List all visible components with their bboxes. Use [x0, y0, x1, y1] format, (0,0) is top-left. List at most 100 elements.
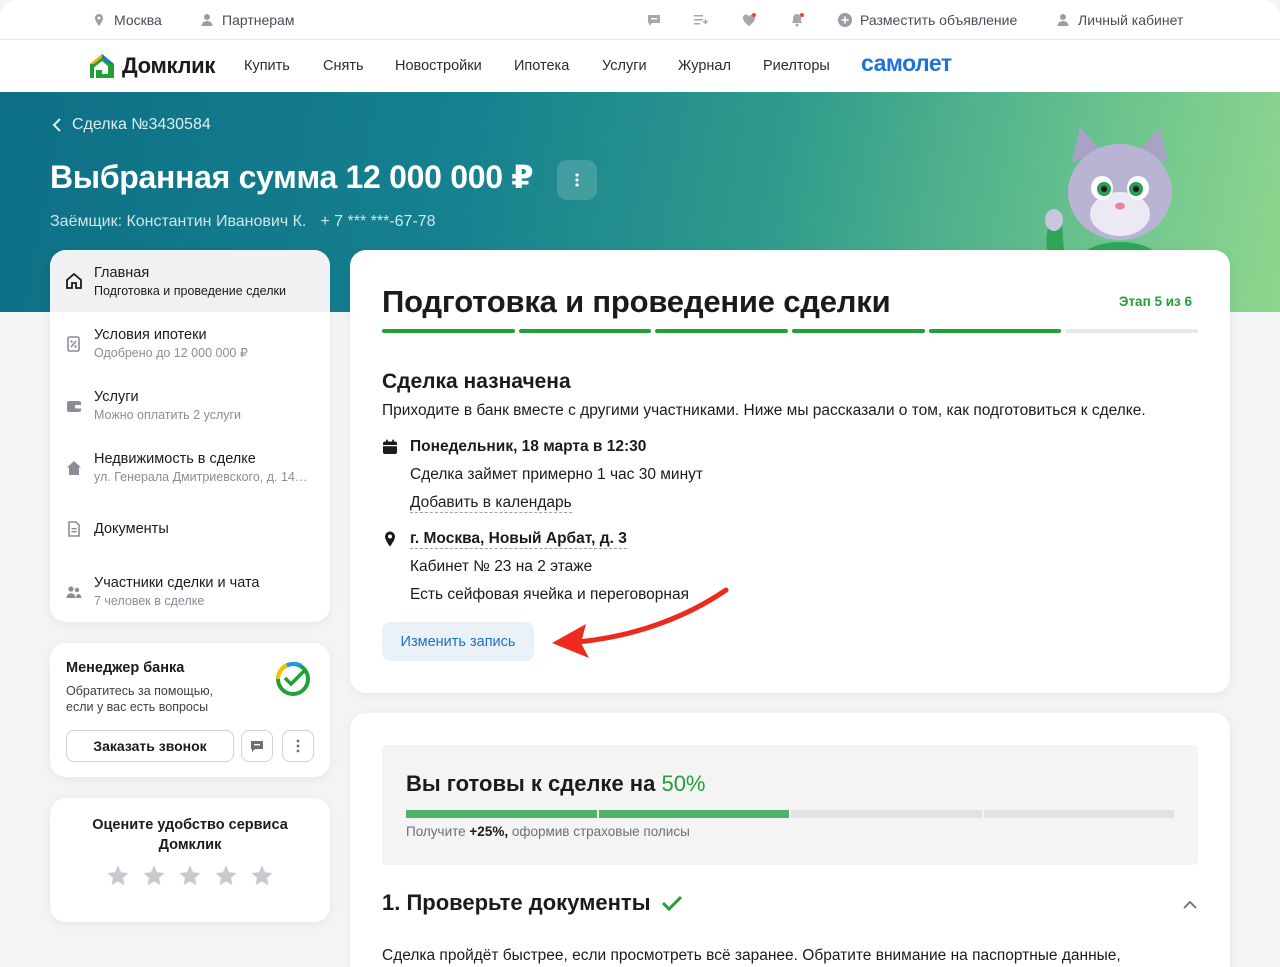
breadcrumb-back[interactable]: Сделка №3430584 — [52, 116, 211, 134]
manager-more-button[interactable] — [282, 730, 314, 762]
manager-text: Обратитесь за помощью, если у вас есть в… — [66, 683, 236, 715]
more-actions-button[interactable] — [557, 160, 597, 200]
star-icon[interactable] — [142, 864, 166, 888]
partners-link[interactable]: Партнерам — [200, 0, 294, 40]
sidebar-item-sub: 7 человек в сделке — [94, 594, 205, 608]
sidebar-item-mortgage-terms[interactable]: Условия ипотеки Одобрено до 12 000 000 ₽ — [50, 312, 330, 374]
star-icon[interactable] — [250, 864, 274, 888]
home-icon — [66, 273, 82, 289]
readiness-segment — [983, 810, 1174, 818]
section-title: Сделка назначена — [382, 370, 571, 393]
readiness-percent: 50% — [661, 771, 706, 796]
add-to-calendar-link[interactable]: Добавить в календарь — [410, 494, 572, 513]
rating-title: Оцените удобство сервиса Домклик — [50, 815, 330, 855]
readiness-card: Вы готовы к сделке на 50% Получите +25%,… — [350, 713, 1230, 967]
compare-button[interactable] — [694, 0, 708, 40]
nav-new-buildings[interactable]: Новостройки — [395, 40, 482, 92]
section-description: Приходите в банк вместе с другими участн… — [382, 402, 1146, 419]
nav-realtors[interactable]: Риелторы — [763, 40, 830, 92]
sidebar-item-property[interactable]: Недвижимость в сделке ул. Генерала Дмитр… — [50, 436, 330, 498]
app-frame: Москва Партнерам Разместить объявление Л… — [0, 0, 1280, 967]
city-selector[interactable]: Москва — [92, 0, 162, 40]
rating-card: Оцените удобство сервиса Домклик — [50, 798, 330, 922]
readiness-hint: Получите +25%, оформив страховые полисы — [406, 824, 690, 839]
location-pin-icon — [92, 13, 106, 27]
sidebar-item-label: Главная — [94, 265, 150, 281]
logo-text: Домклик — [122, 53, 216, 78]
borrower-info: Заёмщик: Константин Иванович К. + 7 *** … — [50, 213, 436, 231]
sidebar-item-documents[interactable]: Документы — [50, 498, 330, 560]
change-appointment-button[interactable]: Изменить запись — [382, 622, 534, 661]
user-icon — [200, 13, 214, 27]
chat-button[interactable] — [647, 0, 661, 40]
star-icon[interactable] — [106, 864, 130, 888]
sidebar-item-label: Услуги — [94, 389, 139, 405]
nav-journal[interactable]: Журнал — [678, 40, 731, 92]
sidebar-item-sub: Можно оплатить 2 услуги — [94, 408, 242, 422]
star-icon[interactable] — [178, 864, 202, 888]
rating-title-line: Домклик — [158, 837, 222, 853]
manager-text-line: если у вас есть вопросы — [66, 700, 209, 714]
top-utility-bar: Москва Партнерам Разместить объявление Л… — [0, 0, 1280, 40]
list-add-icon — [694, 13, 708, 27]
deal-office: Кабинет № 23 на 2 этаже — [410, 558, 593, 575]
manager-title: Менеджер банка — [66, 660, 185, 676]
readiness-summary: Вы готовы к сделке на 50% Получите +25%,… — [382, 745, 1198, 865]
sidebar-item-sub: ул. Генерала Дмитриевского, д. 14… — [94, 470, 308, 484]
kebab-icon — [296, 739, 300, 753]
sidebar-item-main[interactable]: Главная Подготовка и проведение сделки — [50, 250, 330, 312]
hint-bonus: +25%, — [469, 824, 509, 839]
bank-manager-card: Менеджер банка Обратитесь за помощью, ес… — [50, 643, 330, 777]
readiness-title-text: Вы готовы к сделке на — [406, 771, 656, 796]
rating-stars — [50, 864, 330, 888]
nav-rent[interactable]: Снять — [323, 40, 364, 92]
manager-chat-button[interactable] — [241, 730, 273, 762]
deal-datetime: Понедельник, 18 марта в 12:30 — [410, 438, 647, 455]
stage-segment — [928, 329, 1062, 333]
borrower-phone: + 7 *** ***-67-78 — [320, 213, 436, 230]
plus-circle-icon — [838, 13, 852, 27]
stage-segment — [655, 329, 789, 333]
nav-mortgage[interactable]: Ипотека — [514, 40, 569, 92]
favorites-button[interactable] — [742, 0, 756, 40]
hint-prefix: Получите — [406, 824, 466, 839]
stage-progress — [382, 329, 1199, 333]
cabinet-label: Личный кабинет — [1078, 12, 1184, 28]
hint-suffix: оформив страховые полисы — [511, 824, 690, 839]
percent-doc-icon — [67, 336, 80, 352]
readiness-progress — [406, 810, 1174, 818]
check-documents-title: 1. Проверьте документы — [382, 890, 651, 915]
rating-title-line: Оцените удобство сервиса — [92, 817, 288, 833]
document-icon — [68, 521, 80, 537]
cabinet-link[interactable]: Личный кабинет — [1056, 0, 1183, 40]
page-title: Выбранная сумма 12 000 000 ₽ — [50, 159, 534, 195]
check-documents-description: Сделка пройдёт быстрее, если просмотреть… — [382, 947, 1121, 964]
star-icon[interactable] — [214, 864, 238, 888]
borrower-name: Заёмщик: Константин Иванович К. — [50, 213, 307, 230]
sidebar-item-participants[interactable]: Участники сделки и чата 7 человек в сдел… — [50, 560, 330, 622]
sidebar-menu: Главная Подготовка и проведение сделки У… — [50, 250, 330, 622]
samolet-brand-link[interactable]: самолет — [861, 50, 952, 77]
nav-services[interactable]: Услуги — [602, 40, 647, 92]
sidebar-item-label: Недвижимость в сделке — [94, 451, 256, 467]
domclick-logo-icon — [90, 54, 114, 78]
domclick-logo[interactable]: Домклик — [88, 52, 215, 80]
sidebar-item-label: Участники сделки и чата — [94, 575, 260, 591]
sidebar-item-services[interactable]: Услуги Можно оплатить 2 услуги — [50, 374, 330, 436]
notifications-button[interactable] — [790, 0, 804, 40]
deal-address-link[interactable]: г. Москва, Новый Арбат, д. 3 — [410, 530, 627, 549]
sidebar-item-label: Условия ипотеки — [94, 327, 207, 343]
chevron-left-icon — [52, 118, 61, 132]
bell-icon — [790, 13, 804, 27]
heart-icon — [742, 13, 756, 27]
order-call-button[interactable]: Заказать звонок — [66, 730, 234, 762]
stage-segment — [518, 329, 652, 333]
stage-segment — [792, 329, 925, 333]
nav-buy[interactable]: Купить — [244, 40, 290, 92]
post-ad-link[interactable]: Разместить объявление — [838, 0, 1017, 40]
chevron-up-icon[interactable] — [1182, 897, 1198, 913]
check-documents-header[interactable]: 1. Проверьте документы — [382, 890, 683, 916]
sidebar-item-sub: Одобрено до 12 000 000 ₽ — [94, 346, 248, 360]
deal-duration: Сделка займет примерно 1 час 30 минут — [410, 466, 703, 483]
readiness-title: Вы готовы к сделке на 50% — [406, 771, 706, 797]
